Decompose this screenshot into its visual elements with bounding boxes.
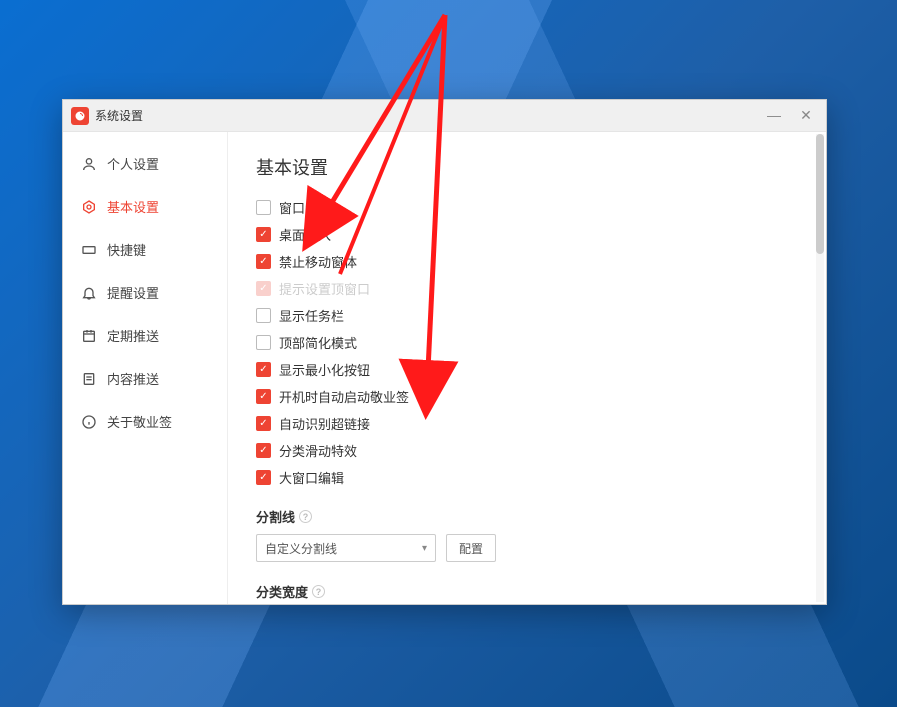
sidebar-item-about[interactable]: 关于敬业签 — [63, 400, 227, 443]
checkbox[interactable] — [256, 389, 271, 404]
help-icon[interactable]: ? — [299, 510, 312, 523]
sidebar-item-personal[interactable]: 个人设置 — [63, 142, 227, 185]
checkbox-label: 显示任务栏 — [279, 306, 344, 325]
checkbox-row: 禁止移动窗体 — [256, 252, 798, 271]
checkbox-row: 显示任务栏 — [256, 306, 798, 325]
close-button[interactable]: ✕ — [798, 107, 814, 124]
window-body: 个人设置 基本设置 快捷键 提醒设置 定期推送 内容推送 — [63, 132, 826, 604]
checkbox[interactable] — [256, 362, 271, 377]
checkbox-row: 显示最小化按钮 — [256, 360, 798, 379]
checkbox[interactable] — [256, 227, 271, 242]
sidebar-item-reminder[interactable]: 提醒设置 — [63, 271, 227, 314]
checkbox-label: 提示设置顶窗口 — [279, 279, 370, 298]
sidebar-item-content-push[interactable]: 内容推送 — [63, 357, 227, 400]
sidebar-item-shortcuts[interactable]: 快捷键 — [63, 228, 227, 271]
sidebar-item-label: 提醒设置 — [107, 283, 159, 302]
checkbox-row: 桌面嵌入 — [256, 225, 798, 244]
checkbox-row: 顶部简化模式 — [256, 333, 798, 352]
window-title: 系统设置 — [95, 107, 143, 124]
checkbox-label: 大窗口编辑 — [279, 468, 344, 487]
checkbox[interactable] — [256, 443, 271, 458]
checkbox[interactable] — [256, 416, 271, 431]
scrollbar-thumb[interactable] — [816, 134, 824, 254]
checkbox-label: 桌面嵌入 — [279, 225, 331, 244]
checkbox[interactable] — [256, 200, 271, 215]
checkbox-label: 窗口置顶 — [279, 198, 331, 217]
checkbox[interactable] — [256, 254, 271, 269]
minimize-button[interactable]: — — [766, 107, 782, 124]
checkbox[interactable] — [256, 470, 271, 485]
checkbox-row: 开机时自动启动敬业签 — [256, 387, 798, 406]
sidebar-item-label: 定期推送 — [107, 326, 159, 345]
sidebar-item-label: 个人设置 — [107, 154, 159, 173]
sidebar: 个人设置 基本设置 快捷键 提醒设置 定期推送 内容推送 — [63, 132, 228, 604]
content-panel: 基本设置 窗口置顶桌面嵌入禁止移动窗体提示设置顶窗口显示任务栏顶部简化模式显示最… — [228, 132, 826, 604]
checkbox-row: 分类滑动特效 — [256, 441, 798, 460]
checkbox[interactable] — [256, 308, 271, 323]
checkbox — [256, 281, 271, 296]
checkbox-row: 提示设置顶窗口 — [256, 279, 798, 298]
sidebar-item-label: 快捷键 — [107, 240, 146, 259]
keyboard-icon — [81, 242, 97, 258]
calendar-icon — [81, 328, 97, 344]
checkbox-label: 分类滑动特效 — [279, 441, 357, 460]
checkbox-row: 大窗口编辑 — [256, 468, 798, 487]
sidebar-item-label: 基本设置 — [107, 197, 159, 216]
window-controls: — ✕ — [766, 107, 818, 124]
titlebar: 系统设置 — ✕ — [63, 100, 826, 132]
checkbox-label: 顶部简化模式 — [279, 333, 357, 352]
checkbox[interactable] — [256, 335, 271, 350]
checkbox-label: 自动识别超链接 — [279, 414, 370, 433]
doc-icon — [81, 371, 97, 387]
divider-config-button[interactable]: 配置 — [446, 534, 496, 562]
sidebar-item-label: 关于敬业签 — [107, 412, 172, 431]
person-icon — [81, 156, 97, 172]
info-icon — [81, 414, 97, 430]
checkbox-row: 窗口置顶 — [256, 198, 798, 217]
divider-section-label: 分割线 ? — [256, 507, 798, 526]
checkbox-label: 禁止移动窗体 — [279, 252, 357, 271]
checkbox-label: 开机时自动启动敬业签 — [279, 387, 409, 406]
content-heading: 基本设置 — [256, 154, 798, 180]
settings-window: 系统设置 — ✕ 个人设置 基本设置 快捷键 提醒设置 — [62, 99, 827, 605]
help-icon[interactable]: ? — [312, 585, 325, 598]
sidebar-item-schedule[interactable]: 定期推送 — [63, 314, 227, 357]
sidebar-item-label: 内容推送 — [107, 369, 159, 388]
checkbox-row: 自动识别超链接 — [256, 414, 798, 433]
bell-icon — [81, 285, 97, 301]
caret-down-icon: ▾ — [422, 543, 427, 554]
app-icon — [71, 107, 89, 125]
scrollbar-track[interactable] — [816, 134, 824, 602]
sidebar-item-basic[interactable]: 基本设置 — [63, 185, 227, 228]
gear-hex-icon — [81, 199, 97, 215]
divider-select[interactable]: 自定义分割线 ▾ — [256, 534, 436, 562]
checkbox-label: 显示最小化按钮 — [279, 360, 370, 379]
width-section-label: 分类宽度 ? — [256, 582, 798, 601]
